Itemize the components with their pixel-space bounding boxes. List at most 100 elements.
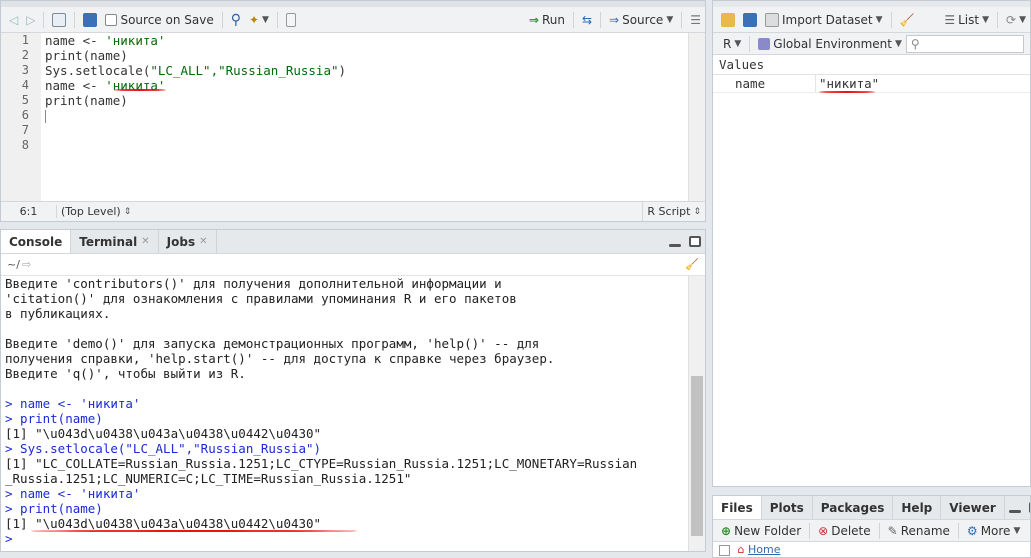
maximize-icon[interactable] — [1025, 498, 1030, 518]
close-icon[interactable]: ✕ — [141, 236, 149, 247]
code-tools-wand-icon[interactable]: ✦ ▼ — [245, 10, 273, 30]
rename-icon: ✎ — [887, 523, 898, 538]
divider — [600, 11, 602, 28]
code-editor[interactable]: 1 2 3 4 5 6 7 8 name <- 'никита' print(n… — [1, 33, 705, 203]
console-input-line: > — [5, 531, 13, 546]
line-number: 7 — [21, 123, 29, 137]
files-pane: Files Plots Packages Help Viewer ⊕ New F… — [712, 495, 1031, 558]
divider — [221, 11, 223, 28]
chevron-down-icon: ▼ — [982, 14, 990, 25]
tab-help[interactable]: Help — [893, 496, 942, 519]
env-toolbar: Import Dataset ▼ 🧹 ☰ List ▼ ⟳ ▼ — [713, 7, 1030, 33]
breadcrumb-home[interactable]: Home — [748, 543, 780, 556]
line-number: 2 — [21, 48, 29, 62]
source-on-save-checkbox[interactable]: Source on Save — [101, 10, 217, 30]
checkbox-icon[interactable] — [105, 13, 118, 26]
console-output[interactable]: Введите 'contributors()' для получения д… — [5, 276, 687, 551]
rename-button[interactable]: ✎ Rename — [884, 521, 954, 541]
console-output-line: 'citation()' для ознакомления с правилам… — [5, 291, 517, 306]
show-in-window-icon[interactable] — [48, 10, 70, 30]
save-icon[interactable] — [79, 10, 101, 30]
chevron-down-icon[interactable]: ▼ — [666, 15, 673, 25]
tab-files[interactable]: Files — [713, 496, 762, 519]
new-folder-label: New Folder — [734, 523, 802, 538]
files-tabbar: Files Plots Packages Help Viewer — [713, 496, 1030, 520]
back-icon[interactable]: ◁ — [5, 10, 22, 30]
code-text: name <- — [45, 78, 106, 93]
refresh-icon[interactable]: ⟳ ▼ — [1002, 10, 1030, 30]
more-label: More — [980, 523, 1011, 538]
console-output-line: Введите 'q()', чтобы выйти из R. — [5, 366, 246, 381]
console-scrollbar[interactable] — [688, 276, 705, 551]
delete-button[interactable]: ⊗ Delete — [814, 521, 875, 541]
more-button[interactable]: ⚙ More ▼ — [963, 521, 1024, 541]
forward-icon[interactable]: ▷ — [22, 10, 39, 30]
search-field[interactable] — [919, 37, 1020, 50]
outline-icon[interactable]: ☰ — [686, 10, 705, 30]
code-text: ) — [338, 63, 347, 78]
divider — [809, 522, 811, 539]
close-icon[interactable]: ✕ — [199, 236, 207, 247]
search-input[interactable]: ⚲ — [905, 34, 1024, 53]
line-number: 8 — [21, 138, 29, 152]
maximize-icon[interactable] — [685, 232, 705, 252]
tab-label: Plots — [769, 500, 804, 515]
line-number: 3 — [21, 63, 29, 77]
tab-console[interactable]: Console — [1, 230, 72, 253]
source-pane: ◁ ▷ Source on Save ⚲ ✦ ▼ ⇒ Run ⇆ ⇒ Source… — [0, 0, 706, 222]
env-scopebar: R ▼ Global Environment ▼ ⚲ — [713, 33, 1030, 55]
editor-scrollbar[interactable] — [688, 33, 705, 203]
tab-label: Console — [9, 234, 63, 249]
search-icon[interactable]: ⚲ — [227, 10, 245, 30]
filetype-selector[interactable]: R Script ⇕ — [642, 202, 705, 221]
go-to-directory-icon[interactable]: ⇨ — [22, 258, 31, 271]
import-dataset-button[interactable]: Import Dataset ▼ — [761, 10, 887, 30]
scrollbar-thumb[interactable] — [691, 376, 703, 536]
working-directory[interactable]: ~/ — [7, 258, 20, 271]
source-button[interactable]: ⇒ Source ▼ — [605, 10, 677, 30]
divider — [957, 522, 959, 539]
home-icon[interactable]: ⌂ — [738, 543, 745, 556]
chevron-down-icon: ▼ — [1013, 525, 1021, 536]
console-input-line: > print(name) — [5, 411, 103, 426]
tab-jobs[interactable]: Jobs ✕ — [159, 230, 217, 253]
console-pane: Console Terminal ✕ Jobs ✕ ~/ ⇨ 🧹 Введите '… — [0, 229, 706, 552]
run-button[interactable]: ⇒ Run — [525, 10, 569, 30]
load-workspace-icon[interactable] — [717, 10, 739, 30]
tab-label: Packages — [820, 500, 885, 515]
console-output-line: Введите 'contributors()' для получения д… — [5, 276, 502, 291]
clear-broom-icon[interactable]: 🧹 — [896, 10, 919, 30]
console-output-line: _Russia.1251;LC_NUMERIC=C;LC_TIME=Russia… — [5, 471, 412, 486]
tab-packages[interactable]: Packages — [813, 496, 894, 519]
table-icon — [765, 12, 779, 27]
minimize-icon[interactable] — [665, 232, 685, 252]
scope-selector[interactable]: (Top Level) ⇕ — [57, 202, 135, 221]
import-label: Import Dataset — [782, 12, 873, 27]
view-mode-button[interactable]: ☰ List ▼ — [940, 10, 993, 30]
environment-icon — [758, 37, 771, 50]
rerun-icon[interactable]: ⇆ — [578, 10, 596, 30]
console-tabbar: Console Terminal ✕ Jobs ✕ — [1, 230, 705, 254]
tab-terminal[interactable]: Terminal ✕ — [71, 230, 159, 253]
compile-report-icon[interactable] — [282, 10, 300, 30]
console-input-line: > name <- 'никита' — [5, 396, 141, 411]
tab-viewer[interactable]: Viewer — [941, 496, 1005, 519]
minimize-icon[interactable] — [1005, 498, 1025, 518]
new-folder-button[interactable]: ⊕ New Folder — [717, 521, 805, 541]
divider — [572, 11, 574, 28]
tab-label: Help — [901, 500, 933, 515]
tab-plots[interactable]: Plots — [762, 496, 813, 519]
code-text: print(name) — [45, 93, 128, 108]
console-pathbar: ~/ ⇨ 🧹 — [1, 254, 705, 276]
save-workspace-icon[interactable] — [739, 10, 761, 30]
env-row[interactable]: name "никита" — [713, 75, 1030, 93]
select-all-checkbox[interactable] — [719, 544, 730, 556]
clear-console-broom-icon[interactable]: 🧹 — [685, 258, 699, 271]
language-selector[interactable]: R ▼ — [719, 34, 745, 54]
code-string: 'никита' — [105, 33, 166, 48]
environment-selector[interactable]: Global Environment ▼ — [754, 34, 906, 54]
code-lines[interactable]: name <- 'никита' print(name) Sys.setloca… — [45, 33, 687, 123]
console-lines: Введите 'contributors()' для получения д… — [5, 276, 687, 546]
line-number: 4 — [21, 78, 29, 92]
line-number: 6 — [21, 108, 29, 122]
